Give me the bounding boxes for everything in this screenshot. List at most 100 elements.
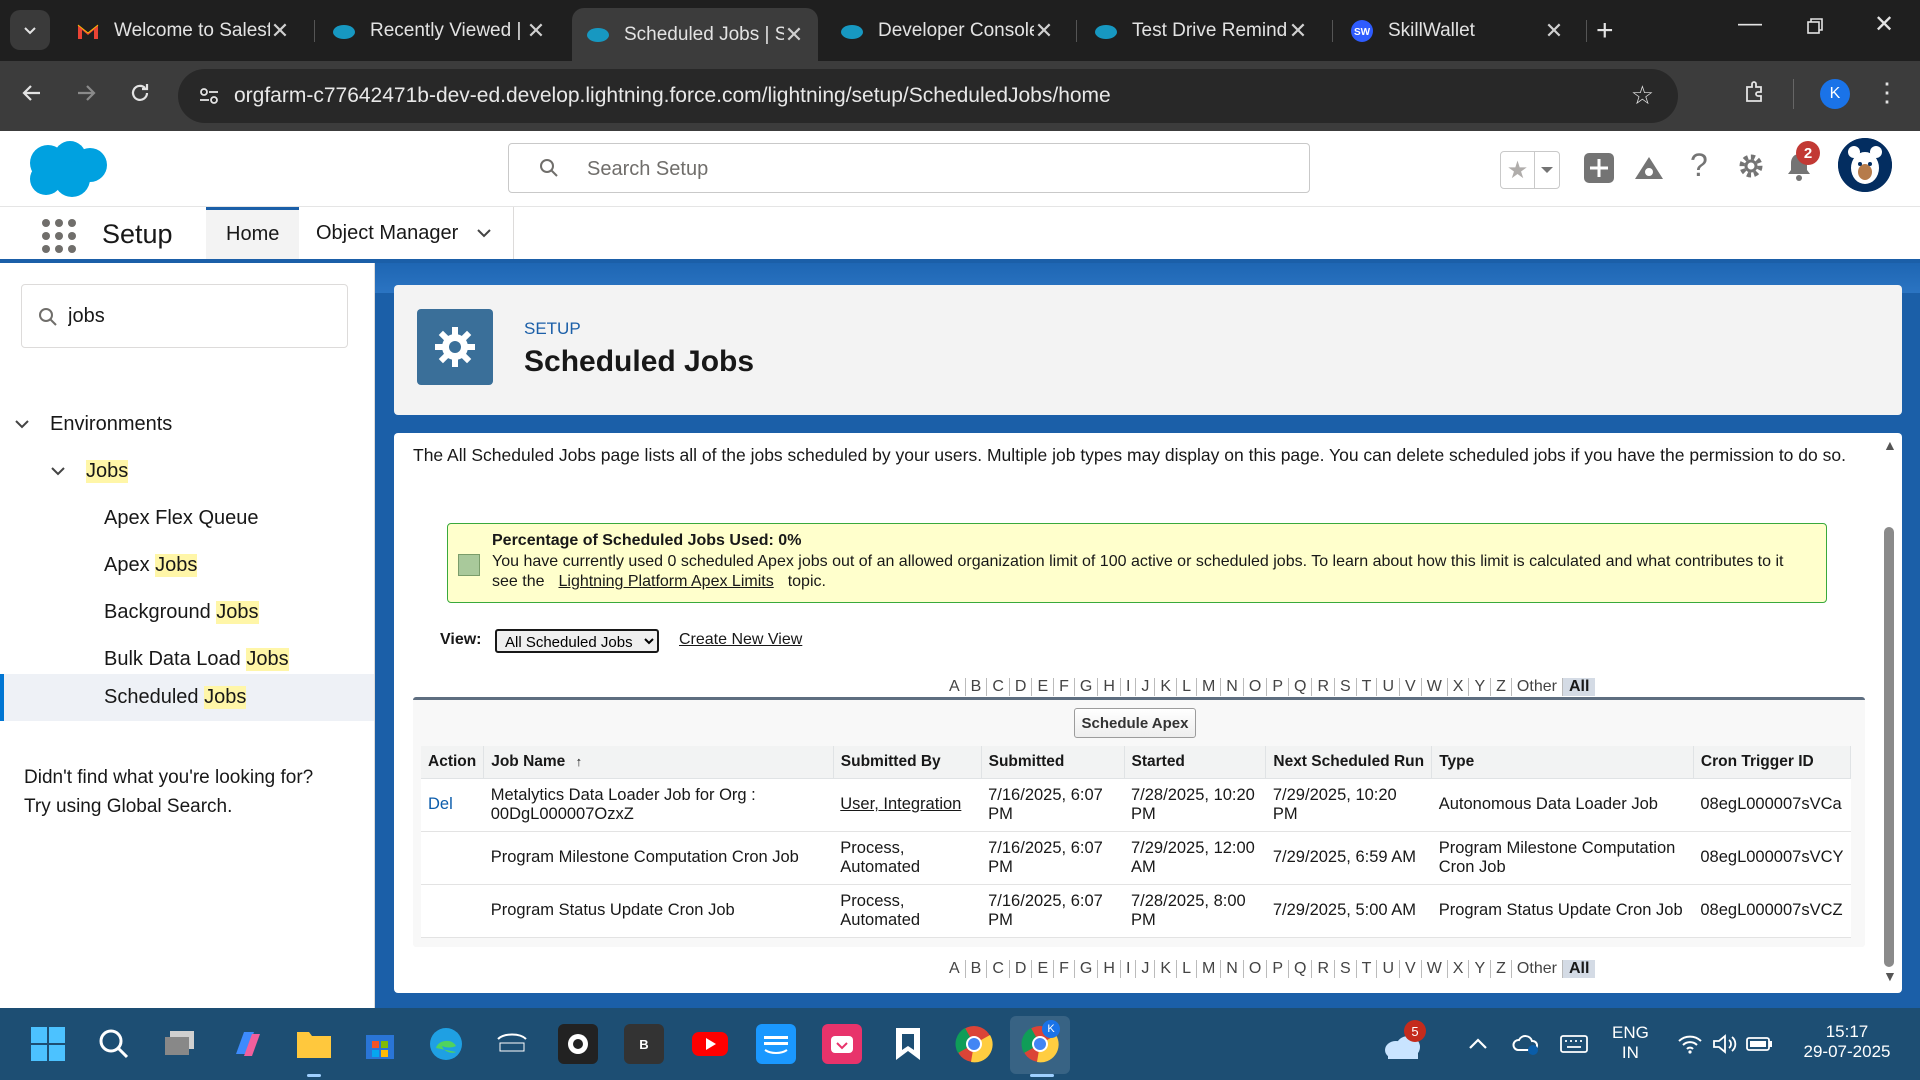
close-window-button[interactable]: ✕ bbox=[1874, 10, 1894, 39]
alpha-filter-c[interactable]: C bbox=[987, 678, 1010, 696]
extensions-icon[interactable] bbox=[1742, 79, 1768, 110]
minimize-button[interactable]: — bbox=[1738, 10, 1762, 38]
col-started[interactable]: Started bbox=[1124, 746, 1267, 779]
language-indicator[interactable]: ENG IN bbox=[1612, 1023, 1649, 1063]
alpha-filter-g[interactable]: G bbox=[1075, 960, 1099, 978]
alpha-filter-t[interactable]: T bbox=[1357, 960, 1378, 978]
photos-app-icon[interactable] bbox=[822, 1024, 862, 1064]
col-cron-id[interactable]: Cron Trigger ID bbox=[1693, 746, 1852, 779]
alpha-filter-j[interactable]: J bbox=[1136, 678, 1156, 696]
reload-button[interactable] bbox=[128, 81, 152, 112]
alpha-filter-c[interactable]: C bbox=[987, 960, 1010, 978]
close-icon[interactable]: ✕ bbox=[784, 22, 804, 48]
media-app-icon[interactable] bbox=[558, 1024, 598, 1064]
prime-video-icon[interactable] bbox=[756, 1024, 796, 1064]
sidebar-item-apex-flex-queue[interactable]: Apex Flex Queue bbox=[104, 507, 259, 530]
nav-tab-object-manager[interactable]: Object Manager bbox=[296, 207, 512, 259]
alpha-filter-l[interactable]: L bbox=[1177, 960, 1197, 978]
alpha-filter-q[interactable]: Q bbox=[1289, 678, 1313, 696]
profile-avatar[interactable]: K bbox=[1820, 79, 1850, 109]
browser-tab-scheduled-jobs[interactable]: Scheduled Jobs | S ✕ bbox=[572, 8, 818, 61]
favorites-dropdown[interactable] bbox=[1535, 152, 1559, 188]
setup-gear-icon[interactable] bbox=[1736, 151, 1766, 186]
alpha-filter-y[interactable]: Y bbox=[1469, 960, 1492, 978]
alpha-filter-p[interactable]: P bbox=[1267, 678, 1289, 696]
alpha-filter-k[interactable]: K bbox=[1155, 960, 1178, 978]
create-new-view-link[interactable]: Create New View bbox=[679, 631, 802, 649]
chrome-icon[interactable] bbox=[954, 1024, 994, 1064]
tab-search-button[interactable] bbox=[10, 10, 50, 50]
site-info-icon[interactable] bbox=[198, 85, 220, 112]
clock[interactable]: 15:17 29-07-2025 bbox=[1792, 1022, 1902, 1062]
browser-tab-skillwallet[interactable]: SW SkillWallet ✕ bbox=[1336, 8, 1578, 54]
hotstar-icon[interactable] bbox=[492, 1024, 532, 1064]
sidebar-item-scheduled-jobs[interactable]: Scheduled Jobs bbox=[0, 674, 374, 721]
col-type[interactable]: Type bbox=[1431, 746, 1694, 779]
sidebar-item-bulk-data-load-jobs[interactable]: Bulk Data Load Jobs bbox=[104, 648, 289, 671]
col-job-name[interactable]: Job Name ↑ bbox=[483, 746, 834, 779]
alpha-filter-all[interactable]: All bbox=[1562, 678, 1596, 696]
address-bar[interactable]: orgfarm-c77642471b-dev-ed.develop.lightn… bbox=[178, 69, 1678, 123]
search-icon[interactable] bbox=[94, 1024, 134, 1064]
alpha-filter-a[interactable]: A bbox=[944, 678, 966, 696]
keyboard-icon[interactable] bbox=[1554, 1024, 1594, 1064]
alpha-filter-q[interactable]: Q bbox=[1289, 960, 1313, 978]
alpha-filter-m[interactable]: M bbox=[1197, 960, 1222, 978]
global-actions-button[interactable] bbox=[1582, 151, 1616, 190]
app-launcher-icon[interactable] bbox=[42, 219, 76, 253]
col-submitted-by[interactable]: Submitted By bbox=[833, 746, 982, 779]
view-select[interactable]: All Scheduled Jobs bbox=[495, 629, 659, 653]
alpha-filter-x[interactable]: X bbox=[1448, 678, 1470, 696]
alpha-filter-n[interactable]: N bbox=[1221, 960, 1244, 978]
close-icon[interactable]: ✕ bbox=[270, 18, 290, 44]
windows-start-icon[interactable] bbox=[28, 1024, 68, 1064]
alpha-filter-e[interactable]: E bbox=[1032, 678, 1055, 696]
alpha-filter-a[interactable]: A bbox=[944, 960, 966, 978]
delete-link[interactable]: Del bbox=[421, 778, 484, 832]
tree-node-environments[interactable]: Environments bbox=[14, 413, 172, 436]
alpha-filter-r[interactable]: R bbox=[1312, 960, 1335, 978]
schedule-apex-button[interactable]: Schedule Apex bbox=[1074, 708, 1196, 738]
chevron-down-icon[interactable] bbox=[14, 413, 36, 436]
close-icon[interactable]: ✕ bbox=[1288, 18, 1308, 44]
sidebar-item-background-jobs[interactable]: Background Jobs bbox=[104, 601, 259, 624]
alpha-filter-all[interactable]: All bbox=[1562, 960, 1596, 978]
alpha-filter-d[interactable]: D bbox=[1010, 678, 1033, 696]
alpha-filter-other[interactable]: Other bbox=[1512, 960, 1563, 978]
back-button[interactable] bbox=[20, 81, 44, 112]
alpha-filter-z[interactable]: Z bbox=[1491, 960, 1512, 978]
alpha-filter-u[interactable]: U bbox=[1377, 678, 1401, 696]
browser-menu-icon[interactable]: ⋮ bbox=[1874, 77, 1900, 108]
alpha-filter-f[interactable]: F bbox=[1054, 960, 1075, 978]
chevron-down-icon[interactable] bbox=[476, 222, 492, 245]
edge-icon[interactable] bbox=[426, 1024, 466, 1064]
file-explorer-icon[interactable] bbox=[294, 1024, 334, 1064]
alpha-filter-z[interactable]: Z bbox=[1491, 678, 1512, 696]
alpha-filter-l[interactable]: L bbox=[1177, 678, 1197, 696]
quick-find-input[interactable] bbox=[68, 301, 328, 331]
alpha-filter-s[interactable]: S bbox=[1335, 960, 1357, 978]
browser-tab-test-drive[interactable]: Test Drive Reminde ✕ bbox=[1080, 8, 1322, 54]
alpha-filter-d[interactable]: D bbox=[1010, 960, 1033, 978]
content-scrollbar[interactable] bbox=[1882, 443, 1896, 983]
favorites-button[interactable]: ★ bbox=[1500, 151, 1560, 189]
battery-icon[interactable] bbox=[1740, 1024, 1780, 1064]
scrollbar-thumb[interactable] bbox=[1884, 527, 1894, 967]
restore-button[interactable] bbox=[1806, 14, 1824, 42]
help-icon[interactable]: ? bbox=[1690, 147, 1708, 184]
alpha-filter-g[interactable]: G bbox=[1075, 678, 1099, 696]
alpha-filter-v[interactable]: V bbox=[1400, 960, 1422, 978]
quick-find-box[interactable] bbox=[21, 284, 348, 348]
browser-tab-recently-viewed[interactable]: Recently Viewed | ✕ bbox=[318, 8, 560, 54]
alpha-filter-y[interactable]: Y bbox=[1469, 678, 1492, 696]
bookmark-app-icon[interactable] bbox=[888, 1024, 928, 1064]
alpha-filter-h[interactable]: H bbox=[1098, 678, 1121, 696]
apex-limits-link[interactable]: Lightning Platform Apex Limits bbox=[558, 573, 773, 590]
copilot-icon[interactable] bbox=[228, 1024, 268, 1064]
alpha-filter-m[interactable]: M bbox=[1197, 678, 1222, 696]
alpha-filter-j[interactable]: J bbox=[1136, 960, 1156, 978]
user-avatar[interactable] bbox=[1838, 138, 1892, 192]
scroll-up-arrow-icon[interactable]: ▲ bbox=[1883, 437, 1897, 453]
new-tab-button[interactable]: + bbox=[1596, 14, 1614, 48]
alpha-filter-n[interactable]: N bbox=[1221, 678, 1244, 696]
